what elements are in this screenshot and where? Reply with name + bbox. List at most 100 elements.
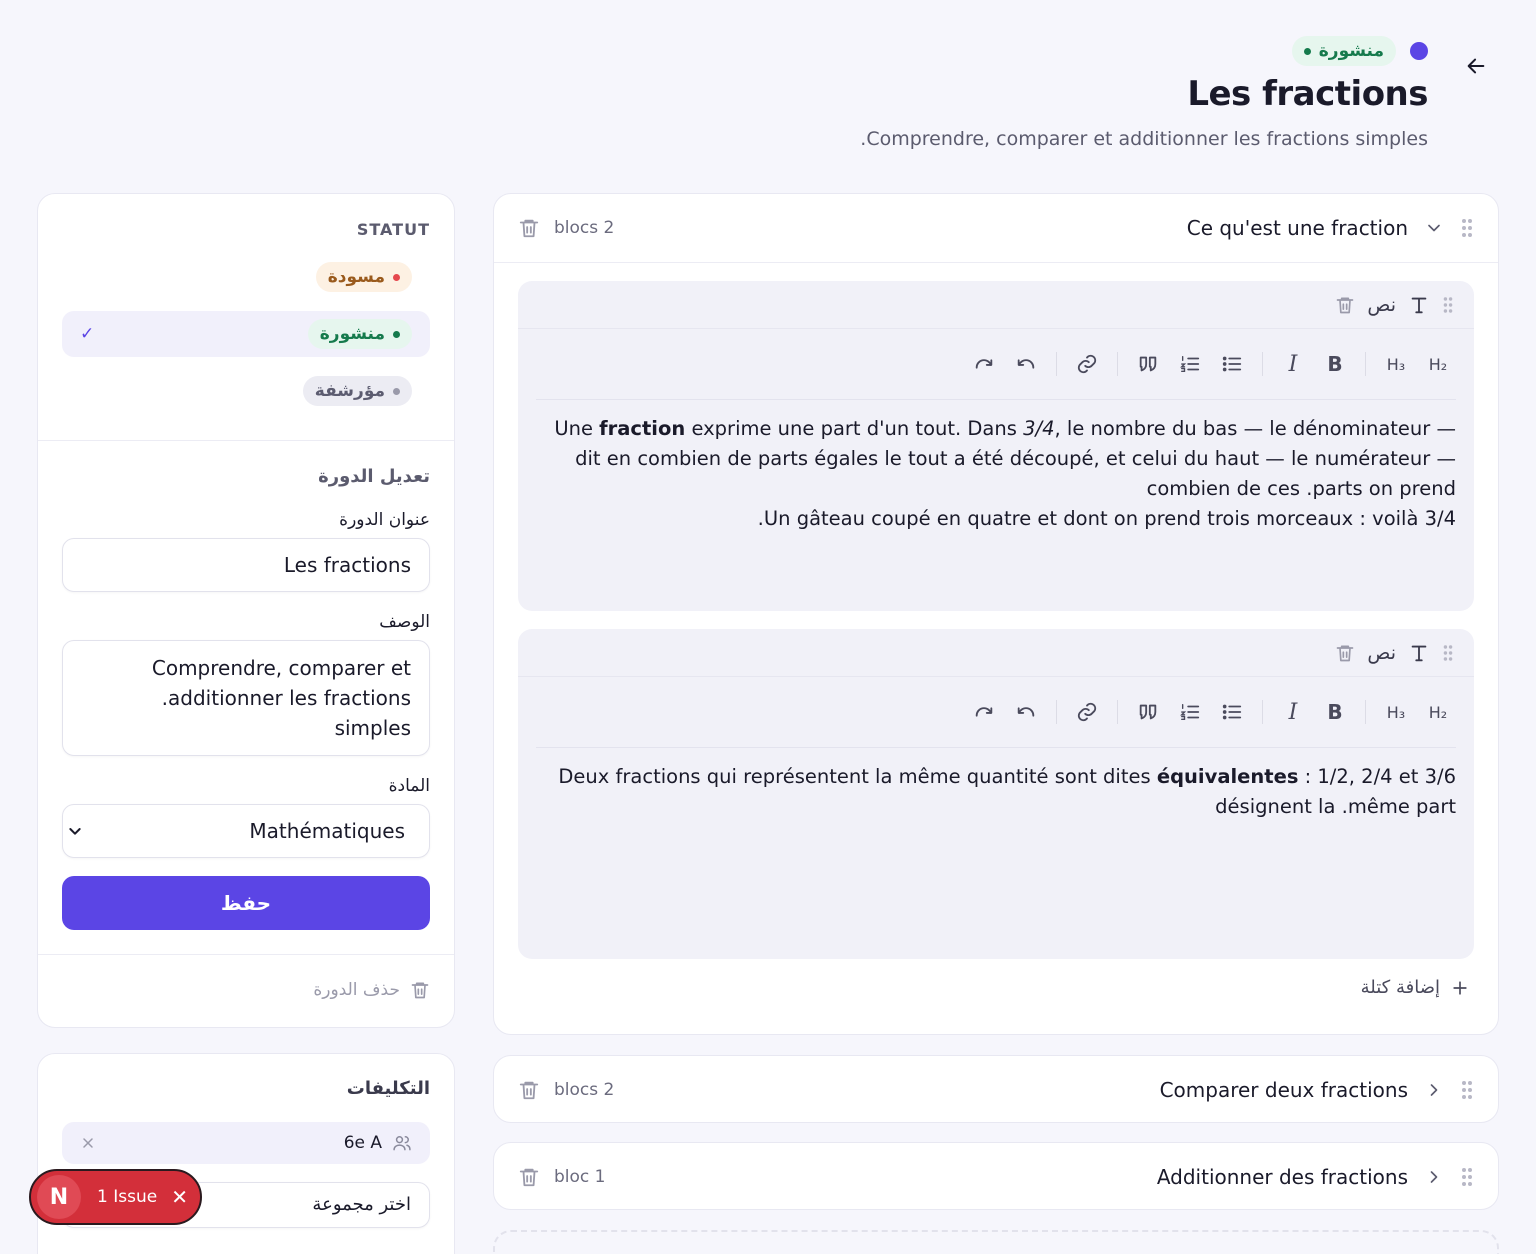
block-type-label: نص xyxy=(1367,293,1396,316)
archived-dot xyxy=(393,387,400,395)
grip-icon xyxy=(1443,296,1453,313)
bold-button[interactable]: B xyxy=(1317,346,1353,382)
drag-handle[interactable] xyxy=(1460,1166,1474,1188)
italic-button[interactable]: I xyxy=(1275,694,1311,730)
block-type-label: نص xyxy=(1367,641,1396,664)
section-header[interactable]: bloc 1 Additionner des fractions xyxy=(494,1143,1498,1211)
section-header[interactable]: blocs 2 Ce qu'est une fraction xyxy=(494,194,1498,262)
toolbar-separator xyxy=(1117,352,1118,376)
toolbar-separator xyxy=(1117,700,1118,724)
delete-block-button[interactable] xyxy=(1335,295,1355,315)
chevron-right-icon xyxy=(1430,1084,1438,1096)
heading3-button[interactable]: H₃ xyxy=(1378,694,1414,730)
section-title: Additionner des fractions xyxy=(1156,1165,1408,1189)
back-button[interactable] xyxy=(1462,52,1490,80)
undo-button[interactable] xyxy=(1008,694,1044,730)
ordered-list-button[interactable] xyxy=(1172,346,1208,382)
text-editor[interactable]: Une fraction exprime une part d'un tout.… xyxy=(536,399,1456,534)
divider xyxy=(38,954,454,955)
add-block-label: إضافة كتلة xyxy=(1360,977,1440,998)
assigned-group: 6e A xyxy=(62,1122,430,1164)
blocks-list: نص I B H₃ H₂ Une fraction exprime une pa… xyxy=(494,263,1498,998)
course-settings-card: STATUT مسودة ✓ منشورة مؤرشفة تعديل الدور… xyxy=(37,193,455,1028)
description-textarea[interactable]: Comprendre, comparer et .additionner les… xyxy=(62,640,430,756)
status-option-draft[interactable]: مسودة xyxy=(62,254,430,300)
quote-button[interactable] xyxy=(1130,346,1166,382)
drag-handle[interactable] xyxy=(1460,1079,1474,1101)
add-block-button[interactable]: إضافة كتلة xyxy=(518,977,1474,998)
remove-group-button[interactable] xyxy=(80,1135,96,1151)
drag-handle[interactable] xyxy=(1460,217,1474,239)
arrow-left-icon xyxy=(1467,58,1485,74)
block-count: bloc 1 xyxy=(554,1167,606,1187)
link-button[interactable] xyxy=(1069,694,1105,730)
text-run: Deux fractions qui représentent la même … xyxy=(558,765,1157,788)
heading3-button[interactable]: H₃ xyxy=(1378,346,1414,382)
text-run: exprime une part d'un tout. Dans xyxy=(685,417,1024,440)
delete-section-button[interactable] xyxy=(518,217,540,239)
add-section-placeholder[interactable] xyxy=(493,1230,1499,1254)
delete-course-button[interactable]: حذف الدورة xyxy=(313,980,430,1000)
trash-icon xyxy=(1337,645,1354,661)
save-button[interactable]: حفظ xyxy=(62,876,430,930)
quote-button[interactable] xyxy=(1130,694,1166,730)
heading2-button[interactable]: H₂ xyxy=(1420,694,1456,730)
heading2-button[interactable]: H₂ xyxy=(1420,346,1456,382)
status-heading: STATUT xyxy=(356,220,430,239)
text-run: Une xyxy=(554,417,600,440)
text-editor[interactable]: Deux fractions qui représentent la même … xyxy=(536,747,1456,822)
quote-icon xyxy=(1139,356,1157,372)
plus-icon xyxy=(1453,980,1467,995)
archived-label: مؤرشفة xyxy=(314,381,385,401)
published-label: منشورة xyxy=(319,324,385,344)
toolbar-separator xyxy=(1056,352,1057,376)
redo-button[interactable] xyxy=(966,694,1002,730)
text-type-icon xyxy=(1411,297,1427,313)
draft-label: مسودة xyxy=(327,267,385,287)
bold-button[interactable]: B xyxy=(1317,694,1353,730)
redo-icon xyxy=(975,707,993,717)
toolbar-separator xyxy=(1365,700,1366,724)
ordered-list-button[interactable] xyxy=(1172,694,1208,730)
block-header: نص xyxy=(518,629,1474,677)
users-icon xyxy=(393,1136,411,1151)
bullet-list-icon xyxy=(1222,704,1242,720)
undo-icon xyxy=(1017,707,1035,717)
text-type-icon xyxy=(1411,645,1427,661)
delete-section-button[interactable] xyxy=(518,1079,540,1101)
bold-run: fraction xyxy=(599,417,686,440)
bullet-list-icon xyxy=(1222,356,1242,372)
status-option-archived[interactable]: مؤرشفة xyxy=(62,368,430,414)
subject-select[interactable]: Mathématiques xyxy=(62,804,430,858)
undo-button[interactable] xyxy=(1008,346,1044,382)
edit-course-heading: تعديل الدورة xyxy=(318,466,430,487)
trash-icon xyxy=(1337,297,1354,313)
redo-button[interactable] xyxy=(966,346,1002,382)
drag-handle[interactable] xyxy=(1442,643,1454,663)
page-description: .Comprendre, comparer et additionner les… xyxy=(860,128,1428,150)
course-title-input[interactable]: Les fractions xyxy=(62,538,430,592)
delete-block-button[interactable] xyxy=(1335,643,1355,663)
link-button[interactable] xyxy=(1069,346,1105,382)
framework-logo: N xyxy=(37,1175,81,1219)
section-card: blocs 2 Comparer deux fractions xyxy=(493,1055,1499,1123)
bullet-list-button[interactable] xyxy=(1214,346,1250,382)
drag-handle[interactable] xyxy=(1442,295,1454,315)
status-option-published[interactable]: ✓ منشورة xyxy=(62,311,430,357)
close-icon[interactable]: ✕ xyxy=(171,1185,188,1209)
editor-paragraph: Deux fractions qui représentent la même … xyxy=(536,762,1456,822)
bullet-list-button[interactable] xyxy=(1214,694,1250,730)
block-count: blocs 2 xyxy=(554,218,615,238)
published-dot xyxy=(393,330,400,338)
section-header[interactable]: blocs 2 Comparer deux fractions xyxy=(494,1056,1498,1124)
formatting-toolbar: I B H₃ H₂ xyxy=(518,329,1474,399)
issues-label: 1 Issue xyxy=(97,1187,158,1207)
link-icon xyxy=(1077,702,1097,722)
archived-pill: مؤرشفة xyxy=(302,376,412,406)
course-color-dot xyxy=(1410,42,1428,60)
trash-icon xyxy=(411,982,429,999)
delete-section-button[interactable] xyxy=(518,1166,540,1188)
toolbar-separator xyxy=(1365,352,1366,376)
issues-toast[interactable]: N 1 Issue ✕ xyxy=(29,1169,202,1225)
italic-button[interactable]: I xyxy=(1275,346,1311,382)
